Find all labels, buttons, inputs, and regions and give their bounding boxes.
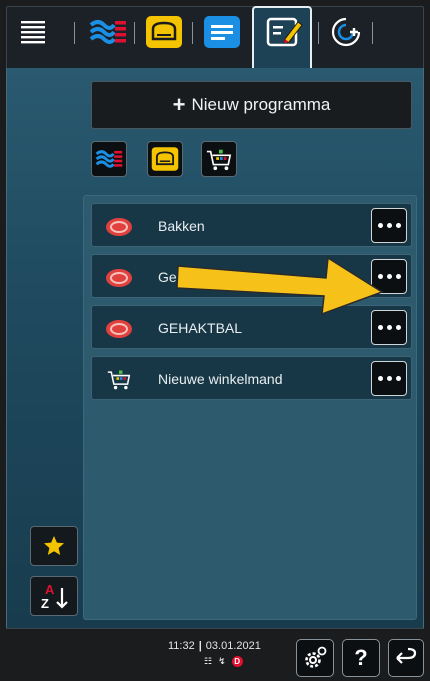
tab-cooking-modes[interactable] [86,12,130,52]
more-options-button[interactable] [371,208,407,243]
sort-az-icon: A Z [41,582,68,611]
tab-programs-list[interactable] [200,12,244,52]
meat-icon [106,269,132,287]
list-icon [204,16,240,48]
network-icon: ☷ [204,656,213,666]
svg-text:A: A [45,582,55,597]
usb-icon: ↯ [218,656,226,666]
status-badge: D [231,656,243,667]
program-label: Ge [158,269,177,285]
back-button[interactable] [388,639,424,677]
more-options-button[interactable] [371,310,407,345]
heat-modes-icon [89,20,126,44]
shopping-basket-icon [206,149,232,171]
menu-icon[interactable] [16,12,50,52]
more-options-button[interactable] [371,361,407,396]
edit-program-icon [262,12,306,52]
new-program-button[interactable]: + Nieuw programma [91,81,412,129]
shopping-basket-icon [107,370,131,390]
filter-cooking-modes[interactable] [91,141,127,177]
help-button[interactable]: ? [342,639,380,677]
gear-icon [305,646,327,668]
more-options-button[interactable] [371,259,407,294]
status-time: 11:32 [168,640,195,652]
status-icons: ☷ ↯ D [204,656,243,667]
main-panel: + Nieuw programma Bakken Ge GEHAKTBAL Ni… [6,68,424,628]
program-list: Bakken Ge GEHAKTBAL Nieuwe winkelmand [83,195,417,620]
device-screen: + Nieuw programma Bakken Ge GEHAKTBAL Ni… [0,0,430,681]
settings-button[interactable] [296,639,334,677]
filter-baskets[interactable] [201,141,237,177]
plus-icon: + [172,92,186,117]
list-item[interactable]: GEHAKTBAL [91,305,412,349]
sort-az-button[interactable]: A Z [30,576,78,616]
bread-icon [146,16,182,48]
tab-smart-features[interactable] [326,12,366,52]
filter-bakery[interactable] [147,141,183,177]
list-item[interactable]: Ge [91,254,412,298]
meat-icon [106,320,132,338]
star-icon [44,536,64,555]
meat-icon [106,218,132,236]
list-item[interactable]: Nieuwe winkelmand [91,356,412,400]
svg-text:Z: Z [41,596,49,611]
smart-cooking-icon [331,17,361,47]
program-label: Bakken [158,218,205,234]
new-program-label: Nieuw programma [191,95,331,114]
program-label: Nieuwe winkelmand [158,371,283,387]
list-item[interactable]: Bakken [91,203,412,247]
program-label: GEHAKTBAL [158,320,243,336]
favorites-button[interactable] [30,526,78,566]
status-clock: 11:32 | 03.01.2021 [168,640,261,652]
bread-icon [151,147,179,171]
back-arrow-icon [396,647,417,664]
heat-modes-icon [95,150,123,168]
tab-bakery[interactable] [142,12,186,52]
status-date: 03.01.2021 [205,640,261,652]
